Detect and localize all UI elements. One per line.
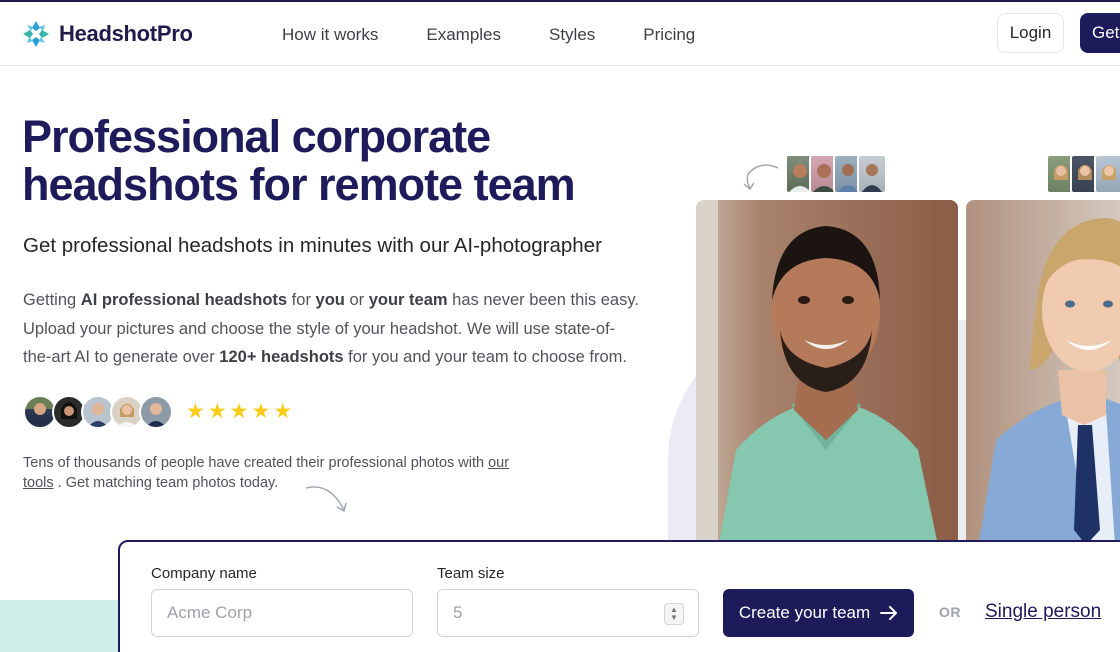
nav-link-styles[interactable]: Styles xyxy=(549,25,595,45)
arrow-right-icon xyxy=(880,606,898,620)
desc-text: Getting xyxy=(23,291,81,309)
avatar xyxy=(139,395,173,429)
customer-avatars xyxy=(23,395,173,429)
create-team-button[interactable]: Create your team xyxy=(723,589,914,637)
star-icon: ★ xyxy=(186,400,205,423)
team-size-input[interactable] xyxy=(437,589,699,637)
hero-subtitle: Get professional headshots in minutes wi… xyxy=(23,234,602,257)
thumbnail-photo xyxy=(857,154,887,194)
single-person-link[interactable]: Single person xyxy=(985,601,1101,623)
star-icon: ★ xyxy=(251,400,271,423)
rating-stars: ★ ★ ★ ★ ★ xyxy=(186,400,292,424)
nav-link-how-it-works[interactable]: How it works xyxy=(282,25,378,45)
login-button[interactable]: Login xyxy=(997,13,1064,53)
site-header: HeadshotPro How it works Examples Styles… xyxy=(0,2,1120,66)
source-thumbnails-1 xyxy=(785,154,887,194)
social-proof-text: Tens of thousands of people have created… xyxy=(23,453,543,493)
nav-link-examples[interactable]: Examples xyxy=(426,25,501,45)
headshot-example-man xyxy=(696,200,958,560)
desc-text: for xyxy=(287,291,316,309)
team-size-stepper[interactable]: ▲ ▼ xyxy=(664,603,684,625)
desc-text: for you and your team to choose from. xyxy=(343,348,627,366)
get-started-button[interactable]: Get xyxy=(1080,13,1120,53)
desc-text: or xyxy=(344,291,369,309)
headshot-example-woman xyxy=(966,200,1120,560)
main-nav: How it works Examples Styles Pricing xyxy=(282,25,695,45)
nav-link-pricing[interactable]: Pricing xyxy=(643,25,695,45)
brand-logo[interactable]: HeadshotPro xyxy=(22,20,193,48)
star-icon: ★ xyxy=(273,400,293,423)
hero-title: Professional corporate headshots for rem… xyxy=(22,111,576,210)
curved-arrow-icon xyxy=(305,486,347,513)
desc-bold: your team xyxy=(368,291,448,309)
decorative-strip xyxy=(0,600,118,652)
company-name-label: Company name xyxy=(151,565,257,582)
star-icon: ★ xyxy=(229,400,249,423)
star-icon: ★ xyxy=(207,400,227,423)
source-thumbnails-2 xyxy=(1046,154,1120,194)
rotate-arrow-icon xyxy=(743,164,779,191)
hero-description: Getting AI professional headshots for yo… xyxy=(23,286,643,372)
desc-bold: 120+ headshots xyxy=(219,348,344,366)
stepper-down-icon[interactable]: ▼ xyxy=(670,614,678,622)
social-text-end: . Get matching team photos today. xyxy=(53,475,279,491)
or-divider-text: OR xyxy=(939,604,961,620)
thumbnail-photo xyxy=(1094,154,1120,194)
company-name-input[interactable] xyxy=(151,589,413,637)
headshotpro-logo-icon xyxy=(22,20,50,48)
team-size-label: Team size xyxy=(437,565,505,582)
desc-bold: AI professional headshots xyxy=(80,291,288,309)
desc-bold: you xyxy=(315,291,345,309)
create-team-label: Create your team xyxy=(738,603,871,622)
brand-name: HeadshotPro xyxy=(59,21,193,46)
social-text: Tens of thousands of people have created… xyxy=(23,455,489,471)
